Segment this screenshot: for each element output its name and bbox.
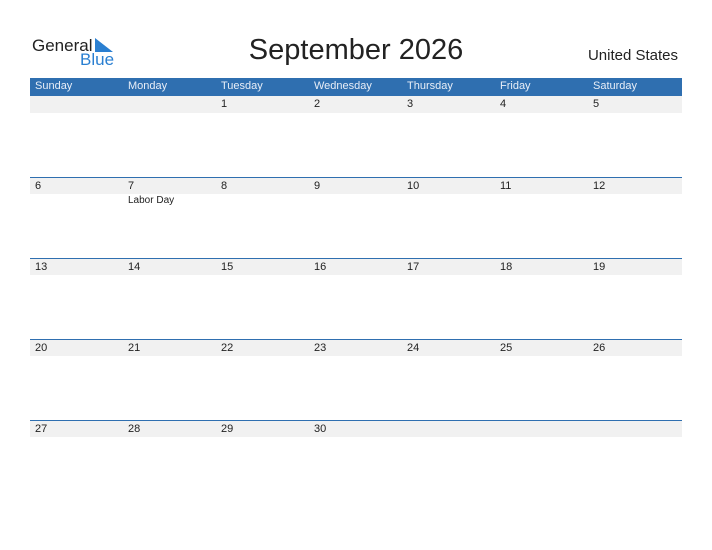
day-number: 7	[128, 180, 135, 192]
day-cell: 3	[402, 96, 495, 177]
day-number: 3	[407, 98, 414, 110]
day-cell	[495, 420, 588, 501]
day-cell: 13	[30, 258, 123, 339]
weekday-header: Sunday Monday Tuesday Wednesday Thursday Frid…	[30, 78, 682, 96]
day-number: 10	[407, 180, 420, 192]
day-cell: 21	[123, 339, 216, 420]
weekday-sunday: Sunday	[35, 80, 73, 92]
day-number: 16	[314, 261, 327, 273]
day-cell: 5	[588, 96, 681, 177]
weekday-monday: Monday	[128, 80, 168, 92]
day-cell: 12	[588, 177, 681, 258]
day-cell: 14	[123, 258, 216, 339]
day-number: 9	[314, 180, 321, 192]
weekday-wednesday: Wednesday	[314, 80, 372, 92]
week-row: 1 2 3 4 5	[30, 96, 682, 177]
day-cell: 15	[216, 258, 309, 339]
day-number: 20	[35, 342, 48, 354]
day-cell: 7 Labor Day	[123, 177, 216, 258]
day-number: 4	[500, 98, 507, 110]
weekday-friday: Friday	[500, 80, 531, 92]
day-cell: 26	[588, 339, 681, 420]
day-cell: 24	[402, 339, 495, 420]
day-cell: 16	[309, 258, 402, 339]
week-row: 13 14 15 16 17 18 19	[30, 258, 682, 339]
day-number: 22	[221, 342, 234, 354]
weekday-tuesday: Tuesday	[221, 80, 263, 92]
day-cell	[30, 96, 123, 177]
day-cell	[588, 420, 681, 501]
day-cell: 10	[402, 177, 495, 258]
day-number: 30	[314, 423, 327, 435]
day-number: 28	[128, 423, 141, 435]
day-number: 27	[35, 423, 48, 435]
holiday-label: Labor Day	[128, 195, 175, 206]
day-cell: 1	[216, 96, 309, 177]
day-cell: 4	[495, 96, 588, 177]
day-cell: 20	[30, 339, 123, 420]
day-number: 23	[314, 342, 327, 354]
day-number: 25	[500, 342, 513, 354]
day-cell: 29	[216, 420, 309, 501]
day-number: 1	[221, 98, 228, 110]
day-number: 17	[407, 261, 420, 273]
day-number: 24	[407, 342, 420, 354]
week-row: 6 7 Labor Day 8 9 10 11 12	[30, 177, 682, 258]
day-cell: 17	[402, 258, 495, 339]
day-cell: 9	[309, 177, 402, 258]
day-number: 29	[221, 423, 234, 435]
day-number: 15	[221, 261, 234, 273]
day-cell: 2	[309, 96, 402, 177]
week-row: 27 28 29 30	[30, 420, 682, 501]
day-cell: 22	[216, 339, 309, 420]
day-number: 21	[128, 342, 141, 354]
day-cell: 8	[216, 177, 309, 258]
country-label: United States	[587, 47, 678, 64]
day-cell: 23	[309, 339, 402, 420]
day-cell: 25	[495, 339, 588, 420]
day-cell: 11	[495, 177, 588, 258]
day-cell: 6	[30, 177, 123, 258]
day-cell	[402, 420, 495, 501]
day-number: 12	[593, 180, 606, 192]
week-row: 20 21 22 23 24 25 26	[30, 339, 682, 420]
day-number: 19	[593, 261, 606, 273]
day-number: 5	[593, 98, 600, 110]
day-number: 13	[35, 261, 48, 273]
day-number: 26	[593, 342, 606, 354]
day-number: 2	[314, 98, 321, 110]
day-number: 18	[500, 261, 513, 273]
day-number: 6	[35, 180, 42, 192]
day-cell: 30	[309, 420, 402, 501]
day-number: 14	[128, 261, 141, 273]
day-number: 8	[221, 180, 228, 192]
day-cell	[123, 96, 216, 177]
day-cell: 19	[588, 258, 681, 339]
day-cell: 18	[495, 258, 588, 339]
weekday-thursday: Thursday	[407, 80, 453, 92]
day-number: 11	[500, 180, 512, 192]
day-cell: 27	[30, 420, 123, 501]
day-cell: 28	[123, 420, 216, 501]
weekday-saturday: Saturday	[593, 80, 638, 92]
